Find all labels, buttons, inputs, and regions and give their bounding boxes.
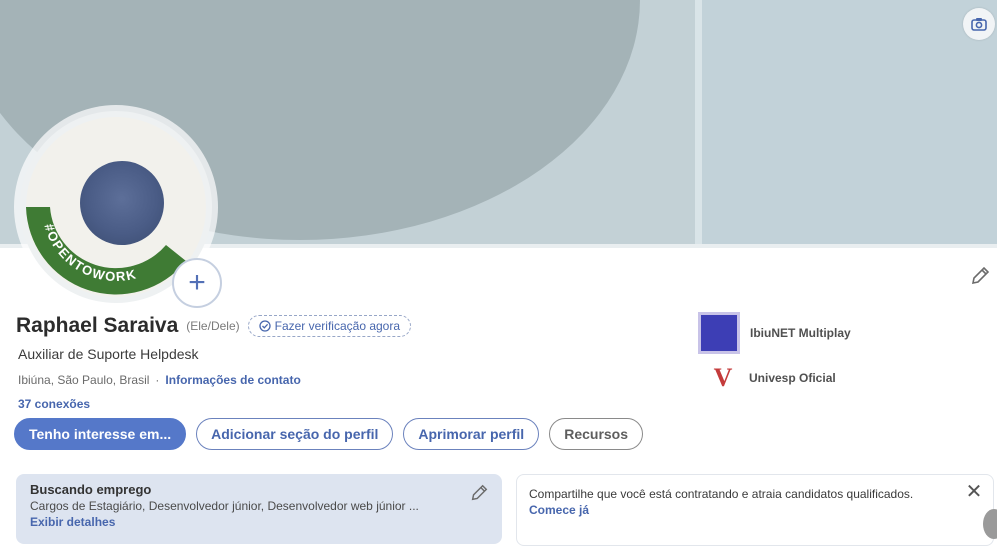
edit-cover-button[interactable] bbox=[963, 8, 995, 40]
contact-info-link[interactable]: Informações de contato bbox=[165, 373, 300, 387]
hiring-title: Compartilhe que você está contratando e … bbox=[529, 487, 914, 501]
pronouns: (Ele/Dele) bbox=[186, 319, 240, 333]
enhance-profile-button[interactable]: Aprimorar perfil bbox=[403, 418, 540, 450]
location-row: Ibiúna, São Paulo, Brasil · Informações … bbox=[18, 373, 301, 387]
verify-now-button[interactable]: Fazer verificação agora bbox=[247, 315, 412, 337]
pencil-icon bbox=[971, 266, 990, 285]
edit-open-to-work-button[interactable] bbox=[466, 480, 492, 506]
open-to-work-card: Buscando emprego Cargos de Estagiário, D… bbox=[16, 474, 502, 544]
verify-now-label: Fazer verificação agora bbox=[274, 319, 401, 333]
add-photo-button[interactable]: + bbox=[172, 258, 222, 308]
resources-button[interactable]: Recursos bbox=[549, 418, 644, 450]
name-row: Raphael Saraiva (Ele/Dele) Fazer verific… bbox=[16, 314, 412, 338]
verified-shield-icon bbox=[258, 320, 271, 332]
open-to-button[interactable]: Tenho interesse em... bbox=[14, 418, 187, 450]
company-logo bbox=[698, 312, 740, 354]
get-started-link[interactable]: Comece já bbox=[529, 503, 981, 517]
school-name: Univesp Oficial bbox=[749, 371, 836, 385]
profile-photo bbox=[80, 161, 164, 245]
org-education[interactable]: V Univesp Oficial bbox=[707, 361, 836, 395]
edit-intro-button[interactable] bbox=[966, 262, 994, 290]
headline: Auxiliar de Suporte Helpdesk bbox=[18, 346, 199, 362]
connections-link[interactable]: 37 conexões bbox=[18, 397, 90, 411]
pencil-icon bbox=[471, 484, 488, 501]
camera-icon bbox=[971, 18, 987, 31]
company-name: IbiuNET Multiplay bbox=[750, 326, 851, 340]
open-to-work-roles: Cargos de Estagiário, Desenvolvedor júni… bbox=[30, 499, 419, 513]
separator-dot: · bbox=[155, 373, 160, 387]
org-current-company[interactable]: IbiuNET Multiplay bbox=[698, 312, 851, 354]
close-icon[interactable]: ✕ bbox=[963, 481, 985, 503]
show-details-link[interactable]: Exibir detalhes bbox=[30, 515, 488, 529]
location: Ibiúna, São Paulo, Brasil bbox=[18, 373, 150, 387]
open-to-work-title: Buscando emprego bbox=[30, 482, 152, 497]
profile-name: Raphael Saraiva bbox=[16, 314, 179, 337]
profile-actions: Tenho interesse em... Adicionar seção do… bbox=[14, 418, 644, 450]
school-logo: V bbox=[707, 361, 739, 395]
hiring-card: Compartilhe que você está contratando e … bbox=[516, 474, 994, 546]
cover-right-panel bbox=[702, 0, 997, 248]
add-profile-section-button[interactable]: Adicionar seção do perfil bbox=[196, 418, 394, 450]
plus-icon: + bbox=[188, 266, 206, 299]
